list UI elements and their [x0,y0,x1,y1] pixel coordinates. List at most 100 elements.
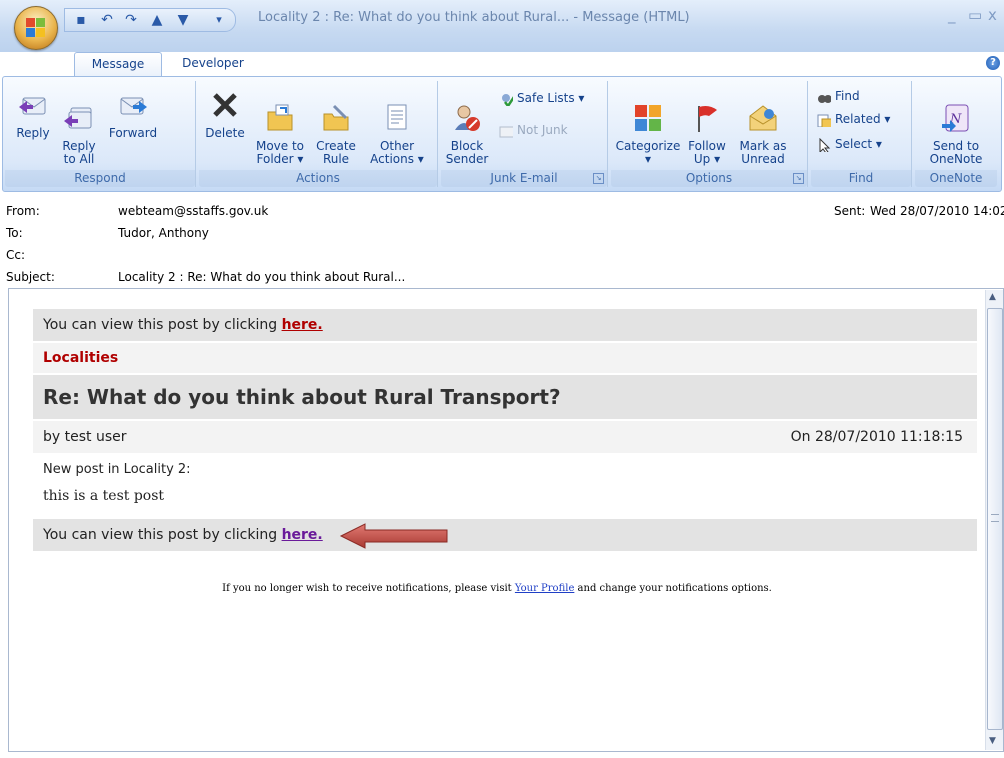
related-label: Related ▾ [835,112,891,126]
mark-unread-icon [749,105,777,131]
undo-icon[interactable]: ↶ [99,12,115,28]
minimize-button[interactable]: _ [948,6,956,24]
maximize-button[interactable]: ▭ [968,6,982,24]
block-sender-label: Block Sender [445,139,489,166]
select-button[interactable]: Select ▾ [817,137,882,152]
group-label-junk-email: Junk E-mail [441,170,607,187]
grip-icon [991,514,999,522]
categorize-button[interactable]: Categorize ▾ [615,89,681,179]
move-folder-icon [267,104,293,131]
view-post-text-bottom: You can view this post by clicking [43,527,278,543]
customize-qat-icon[interactable]: ▾ [211,12,227,28]
group-label-actions: Actions [199,170,437,187]
safe-lists-icon [502,93,513,106]
move-to-folder-label: Move to Folder ▾ [255,139,305,166]
reply-icon [19,97,46,115]
mark-as-unread-label: Mark as Unread [739,139,787,166]
safe-lists-label: Safe Lists ▾ [517,91,585,105]
delete-button[interactable]: Delete [203,89,247,140]
redo-icon[interactable]: ↷ [123,12,139,28]
group-onenote: N Send to OneNote OneNote [915,81,997,187]
reply-all-button[interactable]: Reply to All [55,89,103,179]
group-find: Find Related ▾ Select ▾ Find [811,81,912,187]
options-dialog-launcher-icon[interactable]: ↘ [793,173,804,184]
subject-label: Subject: [6,270,55,284]
send-to-onenote-button[interactable]: N Send to OneNote [923,89,989,179]
view-post-text-top: You can view this post by clicking [43,317,278,333]
related-button[interactable]: Related ▾ [817,112,890,127]
vertical-scrollbar[interactable]: ▲ ▼ [985,290,1003,750]
close-button[interactable]: x [988,6,997,24]
help-icon[interactable]: ? [986,56,1000,70]
office-button[interactable] [14,6,58,50]
follow-up-label: Follow Up ▾ [688,139,726,166]
to-value[interactable]: Tudor, Anthony [118,226,209,240]
not-junk-label: Not Junk [517,123,568,137]
group-respond: Reply Reply to All Forward Respond [5,81,196,187]
to-label: To: [6,226,23,240]
unsubscribe-note: If you no longer wish to receive notific… [9,583,985,594]
create-rule-button[interactable]: Create Rule [313,89,359,179]
new-post-line: New post in Locality 2: [43,462,191,477]
tab-developer[interactable]: Developer [170,52,256,76]
view-post-link-top[interactable]: here. [282,317,323,333]
other-actions-button[interactable]: Other Actions ▾ [367,89,427,179]
post-date: On 28/07/2010 11:18:15 [790,429,963,445]
block-sender-button[interactable]: Block Sender [445,89,489,179]
follow-up-button[interactable]: Follow Up ▾ [683,89,731,179]
office-logo-icon [26,18,46,38]
ribbon-tabs: Message Developer [0,52,1004,77]
from-value[interactable]: webteam@sstaffs.gov.uk [118,204,268,218]
message-header: From: webteam@sstaffs.gov.uk To: Tudor, … [0,196,1004,288]
not-junk-icon [499,126,513,137]
your-profile-link[interactable]: Your Profile [515,583,574,594]
title-bar: ▪ ↶ ↷ ▲ ▼ ▾ Locality 2 : Re: What do you… [0,0,1004,52]
previous-item-icon[interactable]: ▲ [149,12,165,28]
reply-all-icon [64,107,92,129]
window-title: Locality 2 : Re: What do you think about… [258,10,690,25]
post-author: by test user [43,429,127,445]
junk-dialog-launcher-icon[interactable]: ↘ [593,173,604,184]
select-icon [819,137,831,152]
tab-message[interactable]: Message [74,52,162,77]
forward-button[interactable]: Forward [105,89,161,140]
group-label-options: Options [611,170,807,187]
related-icon [817,114,831,127]
view-post-link-bottom[interactable]: here. [282,527,323,543]
categorize-icon [635,105,661,131]
group-actions: Delete Move to Folder ▾ Create Rule Othe… [199,81,438,187]
safe-lists-button[interactable]: Safe Lists ▾ [499,91,584,106]
cc-label: Cc: [6,248,26,262]
save-icon[interactable]: ▪ [73,12,89,28]
find-label: Find [835,89,860,103]
onenote-icon: N [942,104,969,132]
scroll-thumb[interactable] [987,308,1003,730]
footer-text-suffix: and change your notifications options. [577,583,772,594]
not-junk-button[interactable]: Not Junk [499,123,568,138]
other-actions-icon [387,104,407,130]
group-label-onenote: OneNote [915,170,997,187]
reply-button[interactable]: Reply [11,89,55,140]
reply-label: Reply [16,126,50,140]
block-sender-icon [455,105,480,131]
sent-value: Wed 28/07/2010 14:02 [870,204,1004,218]
move-to-folder-button[interactable]: Move to Folder ▾ [249,89,311,179]
group-label-respond: Respond [5,170,195,187]
scroll-up-icon[interactable]: ▲ [989,292,996,302]
post-meta-row: by test user On 28/07/2010 11:18:15 [33,421,977,453]
post-body: this is a test post [43,488,165,504]
mark-as-unread-button[interactable]: Mark as Unread [735,89,791,179]
select-label: Select ▾ [835,137,882,151]
view-post-row-bottom: You can view this post by clicking here. [33,519,977,551]
create-rule-label: Create Rule [316,139,356,166]
reply-all-label: Reply to All [62,139,96,166]
scroll-down-icon[interactable]: ▼ [989,736,996,746]
sent-label: Sent: [834,204,866,218]
footer-text-prefix: If you no longer wish to receive notific… [222,583,512,594]
next-item-icon[interactable]: ▼ [175,12,191,28]
group-options: Categorize ▾ Follow Up ▾ Mark as Unread … [611,81,808,187]
quick-access-toolbar: ▪ ↶ ↷ ▲ ▼ ▾ [64,8,236,32]
group-junk-email: Block Sender Safe Lists ▾ Not Junk Junk … [441,81,608,187]
follow-up-icon [698,106,717,132]
find-button[interactable]: Find [817,89,860,104]
